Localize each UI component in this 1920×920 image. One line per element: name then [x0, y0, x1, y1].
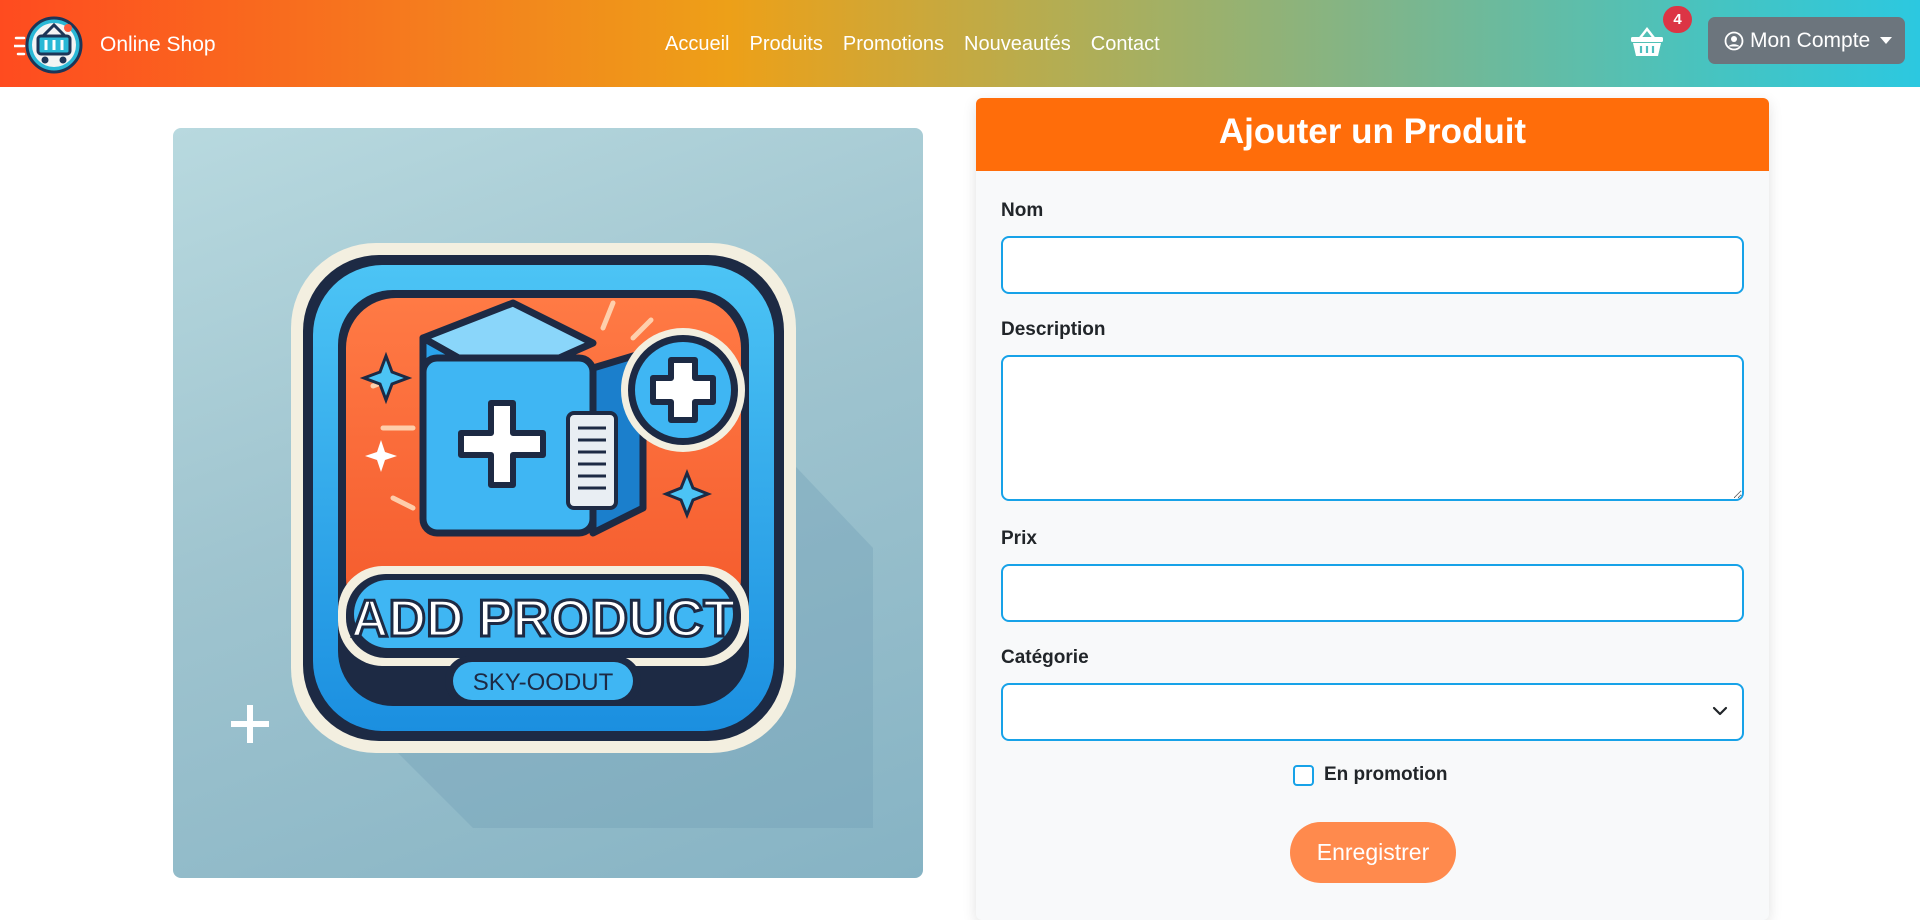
nav-link-nouveautes[interactable]: Nouveautés — [964, 33, 1071, 56]
cart-count-badge: 4 — [1663, 6, 1692, 33]
nav-link-contact[interactable]: Contact — [1091, 33, 1160, 56]
category-select-wrapper — [1001, 683, 1744, 741]
category-label: Catégorie — [1001, 647, 1089, 668]
chevron-down-icon — [1880, 37, 1893, 44]
nav-link-promotions[interactable]: Promotions — [843, 33, 944, 56]
artwork-title: ADD PRODUCT — [351, 590, 735, 648]
save-button[interactable]: Enregistrer — [1290, 822, 1456, 883]
promo-checkbox-row[interactable]: En promotion — [1293, 764, 1447, 786]
account-label: Mon Compte — [1750, 28, 1871, 52]
main-nav: Accueil Produits Promotions Nouveautés C… — [665, 33, 1160, 56]
artwork-subtitle: SKY-OODUT — [473, 669, 614, 696]
promo-label: En promotion — [1324, 764, 1448, 785]
brand-link[interactable]: Online Shop — [14, 16, 216, 74]
brand-name: Online Shop — [100, 33, 216, 56]
add-product-illustration: ADD PRODUCT SKY-OODUT — [173, 128, 923, 878]
nav-link-produits[interactable]: Produits — [749, 33, 822, 56]
add-product-card: Ajouter un Produit Nom Description Prix … — [976, 98, 1769, 920]
name-input[interactable] — [1001, 236, 1744, 294]
price-label: Prix — [1001, 528, 1037, 549]
name-label: Nom — [1001, 200, 1044, 221]
description-textarea[interactable] — [1001, 355, 1744, 501]
category-select[interactable] — [1001, 683, 1744, 741]
nav-link-accueil[interactable]: Accueil — [665, 33, 729, 56]
cart-button[interactable]: 4 — [1630, 6, 1692, 62]
card-title: Ajouter un Produit — [976, 98, 1769, 171]
top-navbar: Online Shop Accueil Produits Promotions … — [0, 0, 1920, 87]
user-circle-icon — [1724, 31, 1744, 50]
promo-checkbox[interactable] — [1293, 764, 1314, 786]
price-input[interactable] — [1001, 564, 1744, 622]
shopping-basket-logo-icon — [14, 16, 83, 74]
add-product-artwork: ADD PRODUCT SKY-OODUT — [231, 243, 873, 828]
basket-icon — [1631, 26, 1663, 56]
description-label: Description — [1001, 319, 1106, 340]
account-dropdown-button[interactable]: Mon Compte — [1708, 17, 1905, 64]
